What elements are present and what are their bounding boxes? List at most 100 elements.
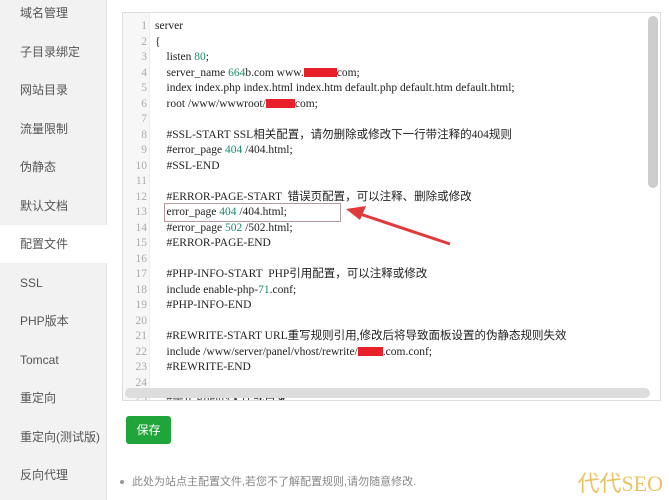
code-line: 19 #PHP-INFO-END bbox=[123, 297, 643, 313]
code-line: 11 bbox=[123, 173, 643, 189]
code-token: /404.html; bbox=[242, 144, 293, 156]
code-line: 6 root /www/wwwroot/com; bbox=[123, 96, 643, 112]
code-text: include enable-php-71.conf; bbox=[155, 282, 297, 298]
sidebar-item[interactable]: 伪静态 bbox=[0, 148, 107, 186]
code-token: { bbox=[155, 35, 161, 48]
line-number: 21 bbox=[135, 330, 148, 342]
sidebar-item[interactable]: 子目录绑定 bbox=[0, 33, 107, 71]
code-token: #ERROR-PAGE-END bbox=[155, 237, 271, 249]
code-token: 664 bbox=[228, 66, 246, 79]
code-line: 4 server_name 664b.com www. com; bbox=[123, 65, 643, 81]
sidebar-item[interactable]: 反向代理 bbox=[0, 456, 107, 494]
line-number: 7 bbox=[141, 113, 147, 125]
code-token: include /www/server/panel/vhost/rewrite/ bbox=[155, 345, 358, 358]
code-token: #SSL-START SSL相关配置，请勿删除或修改下一行带注释的404规则 bbox=[155, 128, 512, 141]
vertical-scrollbar[interactable] bbox=[648, 16, 658, 188]
line-number: 2 bbox=[141, 35, 147, 48]
code-line: 20 bbox=[123, 313, 643, 329]
sidebar-item[interactable]: 重定向 bbox=[0, 379, 107, 417]
code-token: .com.conf; bbox=[382, 345, 432, 358]
line-number: 23 bbox=[135, 361, 148, 373]
code-text: listen 80; bbox=[155, 49, 210, 65]
save-button[interactable]: 保存 bbox=[126, 416, 171, 444]
bullet-icon bbox=[120, 480, 124, 485]
code-text: #ERROR-PAGE-END bbox=[155, 235, 271, 251]
code-token: #error_page bbox=[155, 221, 225, 234]
code-line: 8 #SSL-START SSL相关配置，请勿删除或修改下一行带注释的404规则 bbox=[123, 127, 643, 143]
code-line: 22 include /www/server/panel/vhost/rewri… bbox=[123, 344, 643, 360]
code-text: server_name 664b.com www. com; bbox=[155, 65, 360, 81]
code-line: 16 bbox=[123, 251, 643, 267]
code-token: com; bbox=[294, 97, 318, 110]
line-number: 8 bbox=[141, 128, 147, 141]
code-token: #REWRITE-END bbox=[155, 361, 251, 373]
code-token: listen bbox=[155, 51, 195, 63]
code-line: 10 #SSL-END bbox=[123, 158, 643, 174]
line-number: 20 bbox=[135, 314, 148, 327]
sidebar-item[interactable]: 网站目录 bbox=[0, 71, 107, 109]
line-number: 10 bbox=[135, 159, 148, 172]
line-number: 14 bbox=[135, 221, 148, 234]
sidebar-item[interactable]: PHP版本 bbox=[0, 302, 107, 340]
sidebar-item[interactable]: 配置文件 bbox=[0, 225, 108, 263]
line-number: 19 bbox=[135, 299, 148, 311]
line-number: 9 bbox=[141, 144, 147, 156]
code-text: include /www/server/panel/vhost/rewrite/… bbox=[155, 344, 432, 360]
code-token: ; bbox=[205, 51, 209, 63]
code-text: #PHP-INFO-END bbox=[155, 297, 252, 313]
code-line: 17 #PHP-INFO-START PHP引用配置，可以注释或修改 bbox=[123, 266, 643, 282]
code-text: #REWRITE-START URL重写规则引用,修改后将导致面板设置的伪静态规… bbox=[155, 328, 567, 344]
code-line: 23 #REWRITE-END bbox=[123, 359, 643, 375]
sidebar-item[interactable]: SSL bbox=[0, 264, 107, 302]
horizontal-scrollbar[interactable] bbox=[125, 388, 650, 398]
line-number: 5 bbox=[141, 82, 147, 94]
code-token: 404 bbox=[224, 144, 243, 156]
redacted-mark bbox=[357, 347, 383, 357]
code-token: 502 bbox=[224, 221, 243, 234]
sidebar-item[interactable]: 重定向(测试版) bbox=[0, 418, 107, 456]
watermark-logo: 代代SEO bbox=[577, 471, 663, 496]
code-token: include enable-php- bbox=[155, 283, 259, 296]
code-token: com; bbox=[336, 66, 360, 79]
code-token: #error_page bbox=[155, 144, 225, 156]
code-text: #REWRITE-END bbox=[155, 359, 251, 375]
code-text: #error_page 404 /404.html; bbox=[155, 142, 293, 158]
line-number: 15 bbox=[135, 237, 148, 249]
red-arrow-annotation bbox=[346, 206, 451, 246]
redacted-mark bbox=[265, 99, 295, 109]
sidebar-item[interactable]: Tomcat bbox=[0, 341, 107, 379]
code-line: 18 include enable-php-71.conf; bbox=[123, 282, 643, 298]
code-line: 3 listen 80; bbox=[123, 49, 643, 65]
sidebar-item[interactable]: 流量限制 bbox=[0, 110, 107, 148]
line-number: 16 bbox=[135, 252, 148, 265]
redacted-mark bbox=[303, 68, 337, 78]
code-text: index index.php index.html index.htm def… bbox=[155, 80, 515, 96]
line-number: 6 bbox=[141, 97, 147, 110]
code-token: root /www/wwwroot/ bbox=[155, 97, 266, 110]
sidebar-item[interactable]: 域名管理 bbox=[0, 0, 107, 32]
note-text: 此处为站点主配置文件,若您不了解配置规则,请勿随意修改. bbox=[132, 476, 417, 488]
line-number: 22 bbox=[135, 345, 148, 358]
code-token: 80 bbox=[194, 51, 206, 63]
line-number: 17 bbox=[135, 268, 148, 280]
code-token: 71 bbox=[258, 283, 270, 296]
code-text: root /www/wwwroot/com; bbox=[155, 96, 318, 112]
code-token: server bbox=[155, 20, 184, 32]
code-token: #PHP-INFO-END bbox=[155, 299, 252, 311]
code-text: server bbox=[155, 18, 183, 34]
code-line: 9 #error_page 404 /404.html; bbox=[123, 142, 643, 158]
code-line: 5 index index.php index.html index.htm d… bbox=[123, 80, 643, 96]
line-number: 4 bbox=[141, 66, 147, 79]
config-warning-note: 此处为站点主配置文件,若您不了解配置规则,请勿随意修改. bbox=[120, 473, 416, 489]
code-line: 1 server bbox=[123, 18, 643, 34]
code-token: index index.php index.html index.htm def… bbox=[155, 82, 515, 94]
code-text: #SSL-START SSL相关配置，请勿删除或修改下一行带注释的404规则 bbox=[155, 127, 512, 143]
code-token: #REWRITE-START URL重写规则引用,修改后将导致面板设置的伪静态规… bbox=[155, 330, 567, 342]
code-text: { bbox=[155, 34, 161, 50]
code-token: /502.html; bbox=[242, 221, 293, 234]
code-text: #PHP-INFO-START PHP引用配置，可以注释或修改 bbox=[155, 266, 428, 282]
code-token: .conf; bbox=[269, 283, 297, 296]
line-number: 13 bbox=[135, 206, 148, 218]
sidebar-item[interactable]: 默认文档 bbox=[0, 187, 107, 225]
line-number: 18 bbox=[135, 283, 148, 296]
